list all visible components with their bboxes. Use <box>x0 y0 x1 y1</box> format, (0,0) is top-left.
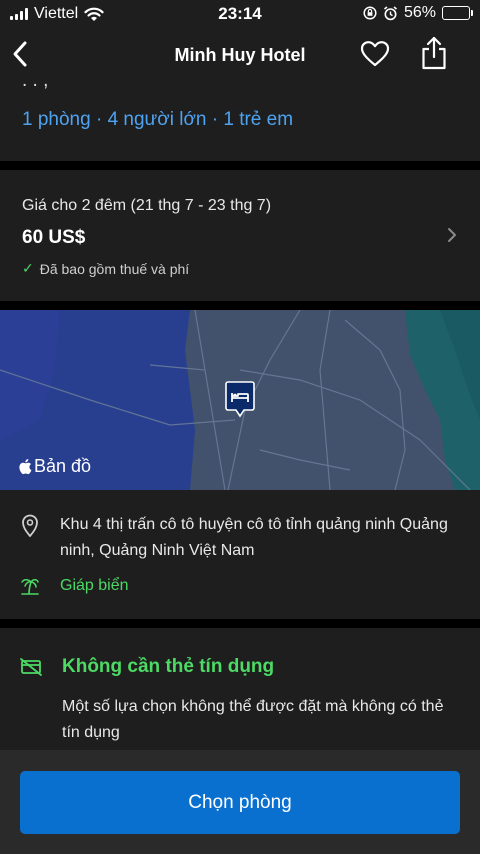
price-value: 60 US$ <box>22 227 86 248</box>
rotation-lock-icon <box>363 6 377 20</box>
status-right: 56% <box>363 4 473 22</box>
location-pin-icon <box>22 514 38 537</box>
battery-icon <box>442 6 473 20</box>
palm-tree-icon <box>21 579 39 595</box>
no-credit-card-description: Một số lựa chọn không thể được đặt mà kh… <box>62 698 444 741</box>
guests-summary[interactable]: 1 phòng · 4 người lớn · 1 trẻ em <box>22 109 293 131</box>
heart-icon[interactable] <box>360 40 390 68</box>
address-text: Khu 4 thị trấn cô tô huyện cô tô tỉnh qu… <box>60 516 448 559</box>
address-card: Khu 4 thị trấn cô tô huyện cô tô tỉnh qu… <box>0 490 480 619</box>
address-row[interactable]: Khu 4 thị trấn cô tô huyện cô tô tỉnh qu… <box>20 512 460 564</box>
share-icon[interactable] <box>420 36 448 70</box>
bottom-action-bar: Chọn phòng <box>0 750 480 854</box>
price-card[interactable]: Giá cho 2 đêm (21 thg 7 - 23 thg 7) 60 U… <box>0 170 480 301</box>
apple-logo-icon <box>19 459 32 475</box>
no-credit-card-icon <box>20 658 42 676</box>
check-icon: ✓ <box>22 260 34 276</box>
battery-percent: 56% <box>403 4 436 21</box>
page-title: Minh Huy Hotel <box>174 45 306 65</box>
beach-feature-text: Giáp biển <box>60 577 129 594</box>
taxes-included-text: Đã bao gồm thuế và phí <box>39 260 190 277</box>
no-credit-card-card: Không cần thẻ tín dụng Một số lựa chọn k… <box>0 628 480 754</box>
select-room-button[interactable]: Chọn phòng <box>20 771 460 834</box>
hotel-pin-icon[interactable] <box>225 381 255 421</box>
beach-feature-row: Giáp biển <box>20 576 129 596</box>
chevron-right-icon[interactable] <box>445 226 459 244</box>
status-bar: Viettel 23:14 56% <box>0 0 480 28</box>
map-label: Bản đồ <box>34 456 92 476</box>
scrolled-content-fragment: . . ,· · · <box>22 82 78 92</box>
navigation-bar: Minh Huy Hotel <box>0 28 480 82</box>
alarm-icon <box>383 5 397 20</box>
taxes-included-note: ✓ Đã bao gồm thuế và phí <box>22 260 189 277</box>
price-label: Giá cho 2 đêm (21 thg 7 - 23 thg 7) <box>22 197 272 214</box>
back-icon[interactable] <box>8 38 38 70</box>
guests-card[interactable]: . . ,· · · 1 phòng · 4 người lớn · 1 trẻ… <box>0 82 480 161</box>
map-attribution: Bản đồ <box>18 456 91 477</box>
no-credit-card-title: Không cần thẻ tín dụng <box>62 656 275 677</box>
